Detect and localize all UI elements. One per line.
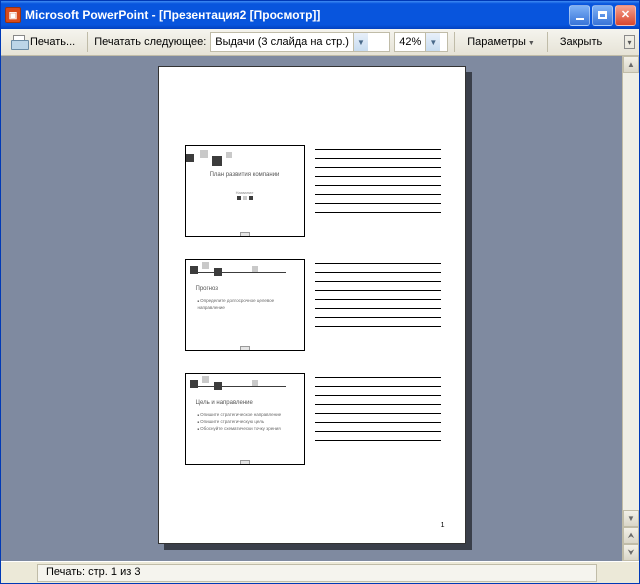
slide-bullets: Опишите стратегическое направление Опиши… [186, 412, 304, 432]
print-button-label: Печать... [30, 36, 75, 48]
status-text: Печать: стр. 1 из 3 [37, 564, 597, 582]
handout-row: Цель и направление Опишите стратегическо… [185, 373, 441, 465]
separator [547, 32, 548, 52]
separator [87, 32, 88, 52]
scroll-down-button[interactable]: ▼ [623, 510, 639, 527]
options-menu-button[interactable]: Параметры▼ [461, 33, 541, 51]
close-preview-label: Закрыть [560, 36, 602, 48]
preview-workspace: План развития компании Название [1, 56, 639, 561]
chevron-down-icon: ▼ [353, 33, 368, 51]
layout-combo[interactable]: Выдачи (3 слайда на стр.) ▼ [210, 32, 390, 52]
notes-lines [315, 145, 441, 237]
slide-bullets: Определите долгосрочное целевое направле… [186, 298, 304, 312]
scroll-track[interactable] [623, 73, 639, 510]
slide-thumb: Прогноз Определите долгосрочное целевое … [185, 259, 305, 351]
maximize-button[interactable] [592, 5, 613, 26]
handout-row: План развития компании Название [185, 145, 441, 237]
chevron-down-icon: ▼ [425, 33, 440, 51]
slide-thumb: Цель и направление Опишите стратегическо… [185, 373, 305, 465]
zoom-combo[interactable]: 42% ▼ [394, 32, 448, 52]
print-button[interactable]: Печать... [5, 32, 81, 52]
scroll-up-button[interactable]: ▲ [623, 56, 639, 73]
toolbar-options-icon[interactable]: ▾ [624, 35, 635, 49]
window-title: Microsoft PowerPoint - [Презентация2 [Пр… [25, 8, 569, 22]
preview-canvas[interactable]: План развития компании Название [1, 56, 622, 561]
vertical-scrollbar[interactable]: ▲ ▼ ⮝ ⮟ [622, 56, 639, 561]
separator [454, 32, 455, 52]
page-wrap: План развития компании Название [158, 66, 466, 561]
powerpoint-icon: ▣ [5, 7, 21, 23]
notes-lines [315, 373, 441, 465]
close-preview-button[interactable]: Закрыть [554, 33, 608, 51]
slide-thumb: План развития компании Название [185, 145, 305, 237]
slide-title: Прогноз [186, 286, 304, 292]
handout-row: Прогноз Определите долгосрочное целевое … [185, 259, 441, 351]
notes-lines [315, 259, 441, 351]
titlebar: ▣ Microsoft PowerPoint - [Презентация2 [… [1, 1, 639, 29]
page-number: 1 [441, 522, 445, 529]
prev-slide-button[interactable]: ⮝ [623, 527, 639, 544]
slide-subtitle: Название [186, 190, 304, 195]
layout-combo-value: Выдачи (3 слайда на стр.) [211, 36, 353, 48]
slide-title: Цель и направление [186, 400, 304, 406]
next-slide-button[interactable]: ⮟ [623, 544, 639, 561]
chevron-down-icon: ▼ [528, 40, 535, 47]
minimize-button[interactable] [569, 5, 590, 26]
close-window-button[interactable] [615, 5, 636, 26]
handout-page: План развития компании Название [158, 66, 466, 544]
options-label: Параметры [467, 36, 526, 48]
printer-icon [11, 35, 27, 49]
zoom-combo-value: 42% [395, 36, 425, 48]
window-controls [569, 5, 636, 26]
app-window: ▣ Microsoft PowerPoint - [Презентация2 [… [0, 0, 640, 584]
statusbar: Печать: стр. 1 из 3 [1, 561, 639, 583]
print-preview-toolbar: Печать... Печатать следующее: Выдачи (3 … [1, 29, 639, 56]
print-what-label: Печатать следующее: [94, 36, 206, 48]
slide-title: План развития компании [186, 172, 304, 178]
